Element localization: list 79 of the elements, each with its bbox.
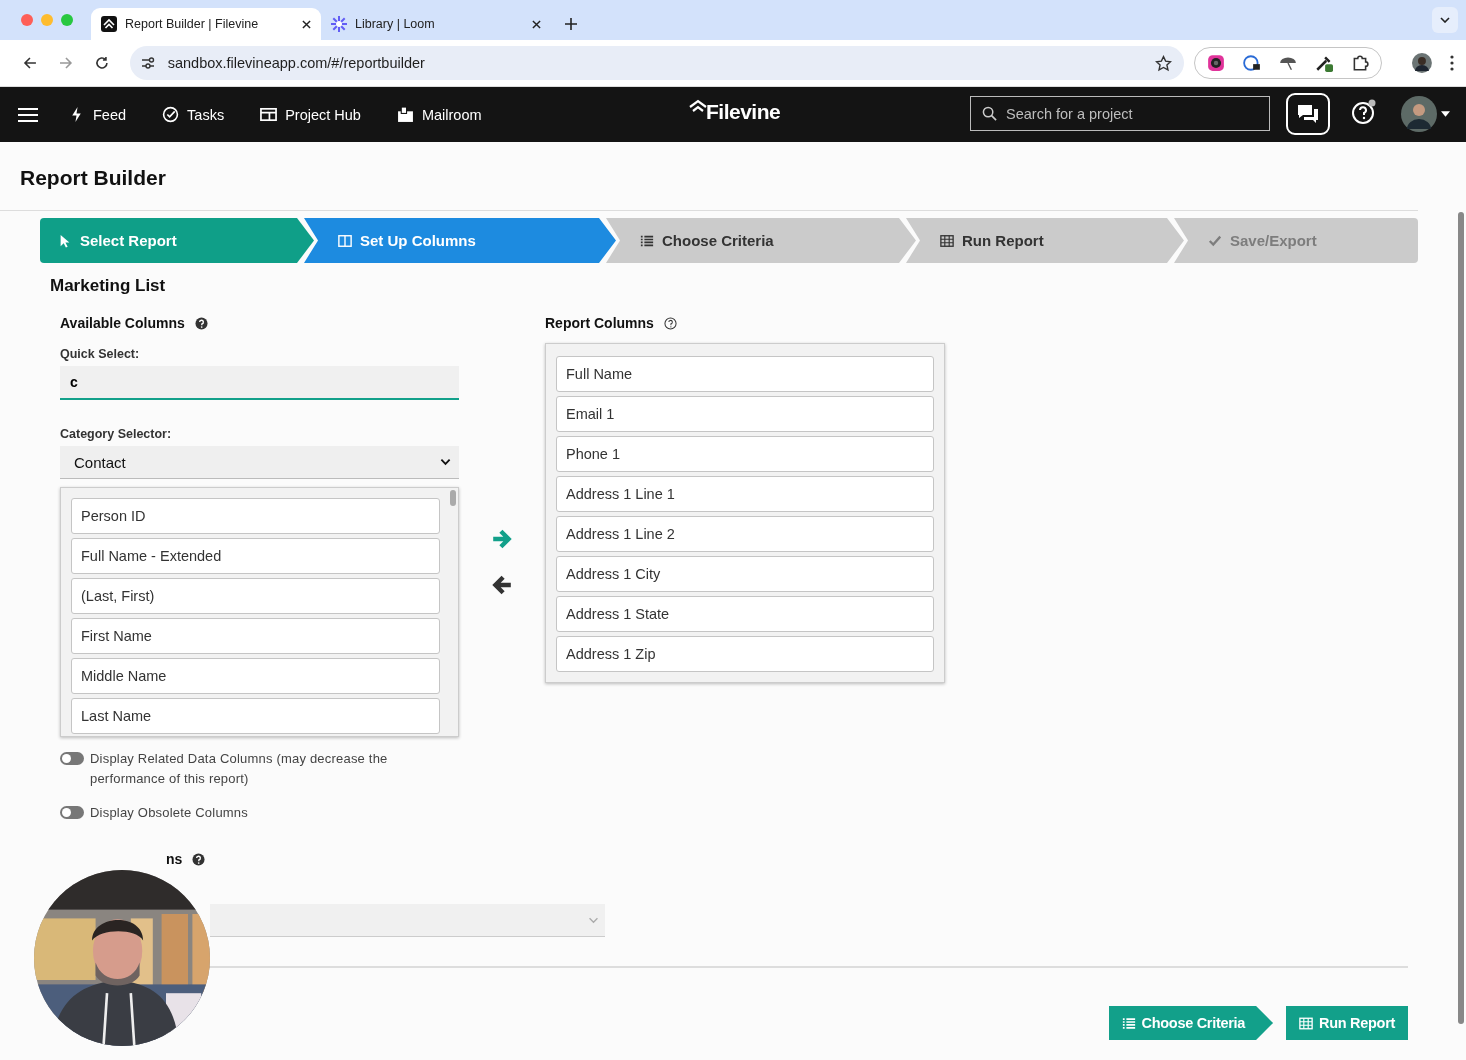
column-item[interactable]: Full Name [556,356,934,392]
section-heading: ns [166,851,183,867]
help-icon[interactable] [194,316,208,330]
toggle-label: Display Obsolete Columns [90,804,249,822]
chat-button[interactable] [1286,93,1330,135]
browser-tab[interactable]: Library | Loom [321,8,551,40]
column-item[interactable]: Phone 1 [556,436,934,472]
new-tab-icon[interactable] [565,18,577,30]
window-icon [260,106,278,123]
field-label: Category Selector: [60,427,173,441]
chat-icon [1296,103,1320,125]
profile-avatar[interactable] [1412,53,1432,73]
column-item[interactable]: First Name [71,618,440,654]
field-label: Quick Select: [60,347,141,361]
help-icon[interactable] [1351,99,1377,125]
back-icon[interactable] [22,55,38,71]
left-arrow-icon[interactable] [491,574,513,596]
caret-icon[interactable] [1441,111,1450,117]
wizard-step[interactable]: Run Report [906,218,1184,263]
chevron-logo-icon [101,16,117,32]
list-icon [1121,1016,1136,1030]
eyedropper-icon[interactable] [1315,54,1334,72]
puzzle-icon[interactable] [1351,54,1370,72]
nav-link[interactable]: Tasks [162,106,225,123]
toggle-switch[interactable] [60,752,84,765]
category-dropdown[interactable]: Contact [60,446,459,479]
list-icon [640,233,654,248]
quick-select-field[interactable]: c [60,366,459,400]
toggle-switch[interactable] [60,806,84,819]
wizard-step[interactable]: Set Up Columns [304,218,616,263]
camera-extension-icon[interactable] [1207,54,1226,72]
check-circle-icon [162,106,180,123]
nav-link[interactable]: Mailroom [396,106,482,123]
app-logo[interactable]: Filevine [688,99,781,124]
page-title: Report Builder [19,165,167,191]
column-item[interactable]: Last Name [71,698,440,734]
address-bar[interactable]: sandbox.filevineapp.com/#/reportbuilder [129,46,1185,80]
mailbox-icon [396,106,414,123]
help-icon[interactable] [192,852,206,866]
section-heading: Report Columns [545,315,654,331]
close-tab-icon[interactable] [532,19,541,29]
table-icon [940,233,954,248]
menu-icon[interactable] [18,106,38,123]
column-item[interactable]: Address 1 City [556,556,934,592]
column-item[interactable]: Middle Name [71,658,440,694]
nav-link[interactable]: Project Hub [260,106,361,123]
forward-icon[interactable] [57,55,74,71]
right-arrow-icon[interactable] [491,528,513,550]
umbrella-icon[interactable] [1279,54,1298,72]
search-icon [982,106,997,121]
chevron-down-icon [588,916,599,924]
column-item[interactable]: Address 1 Zip [556,636,934,672]
toggle-label: Display Related Data Columns (may decrease the performance of this report) [90,750,389,788]
help-icon[interactable] [663,316,677,330]
wizard-step[interactable]: Choose Criteria [606,218,916,263]
table-icon [1299,1016,1314,1030]
tab-menu-icon[interactable] [1432,7,1458,33]
user-avatar[interactable] [1401,96,1437,132]
column-item[interactable]: (Last, First) [71,578,440,614]
column-item[interactable]: Email 1 [556,396,934,432]
reload-icon[interactable] [93,55,110,71]
sliders-icon [139,55,156,71]
section-heading: Available Columns [60,315,185,331]
report-name: Marketing List [50,276,167,296]
column-item[interactable]: Address 1 Line 1 [556,476,934,512]
close-tab-icon[interactable] [302,19,311,29]
search-field[interactable]: Search for a project [970,96,1270,131]
column-item[interactable]: Person ID [71,498,440,534]
browser-tab[interactable]: Report Builder | Filevine [91,8,321,40]
column-item[interactable]: Address 1 State [556,596,934,632]
chevron-down-icon [440,458,451,466]
nav-link[interactable]: Feed [68,106,127,123]
starburst-icon [331,16,347,32]
more-menu-icon[interactable] [1450,55,1454,71]
star-icon[interactable] [1155,54,1173,72]
column-item[interactable]: Full Name - Extended [71,538,440,574]
column-item[interactable]: Address 1 Line 2 [556,516,934,552]
columns-icon [338,233,352,248]
checkmark-icon [1208,233,1222,248]
